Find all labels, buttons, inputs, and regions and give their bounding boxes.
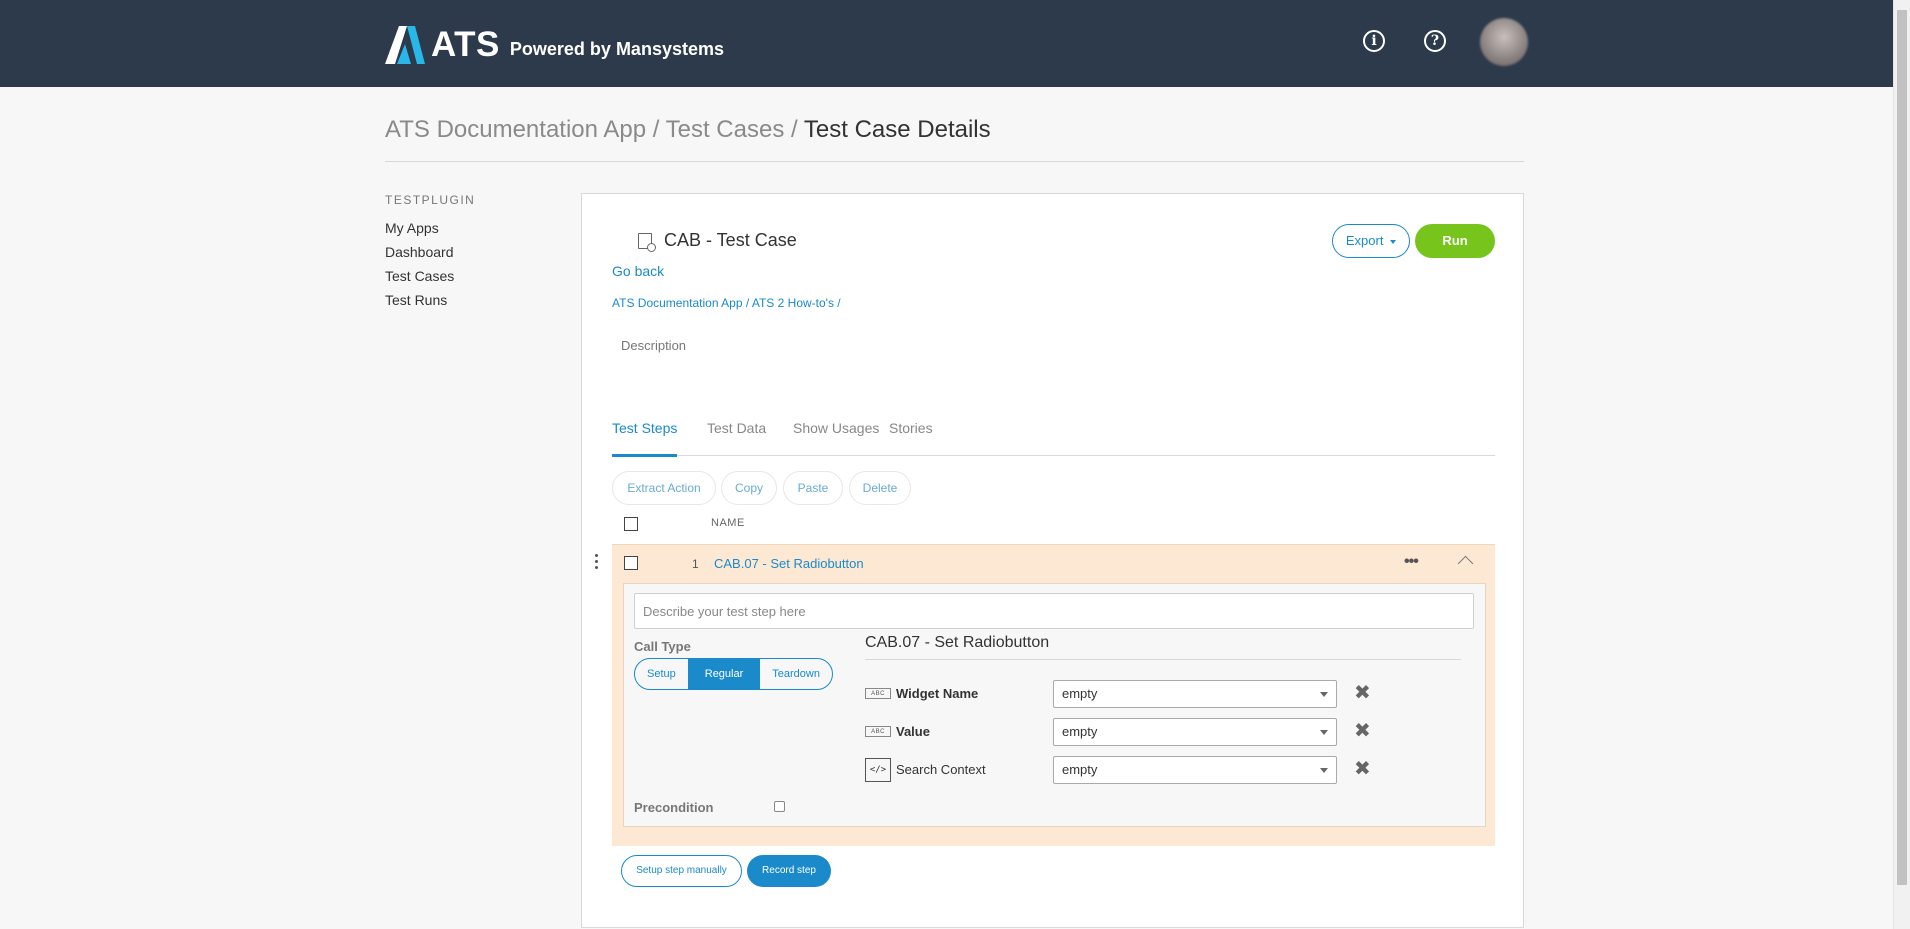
row-checkbox[interactable] [624, 556, 638, 570]
caret-down-icon [1390, 239, 1397, 244]
column-header-name: NAME [711, 517, 745, 529]
copy-button[interactable]: Copy [721, 471, 777, 505]
row-number: 1 [692, 557, 699, 571]
clear-icon[interactable]: ✖ [1354, 682, 1371, 704]
info-icon[interactable]: i [1363, 30, 1385, 52]
brand-name: ATS [431, 25, 500, 64]
sidebar-item-test-cases[interactable]: Test Cases [385, 268, 454, 284]
help-icon[interactable]: ? [1424, 30, 1446, 52]
sidebar-heading: TESTPLUGIN [385, 193, 476, 207]
breadcrumb-current: Test Case Details [803, 116, 991, 143]
page-scrollbar[interactable] [1893, 0, 1910, 929]
sidebar-item-dashboard[interactable]: Dashboard [385, 244, 454, 260]
param-row-widget-name: ABC Widget Name empty ✖ [865, 680, 1377, 708]
param-name: Value [896, 724, 930, 739]
param-value-select[interactable]: empty [1053, 756, 1337, 784]
breadcrumb-section[interactable]: Test Cases / [666, 116, 798, 143]
more-options-icon[interactable]: ••• [1404, 553, 1419, 571]
action-divider [865, 659, 1461, 660]
clear-icon[interactable]: ✖ [1354, 720, 1371, 742]
test-case-icon [638, 232, 656, 252]
tab-stories[interactable]: Stories [889, 420, 933, 454]
record-step-button[interactable]: Record step [747, 855, 831, 887]
param-name: Search Context [896, 762, 986, 777]
chevron-up-icon[interactable] [1457, 555, 1474, 572]
description-label[interactable]: Description [621, 338, 686, 353]
run-button[interactable]: Run [1415, 224, 1495, 258]
param-value-select[interactable]: empty [1053, 680, 1337, 708]
go-back-link[interactable]: Go back [612, 263, 664, 279]
action-title: CAB.07 - Set Radiobutton [865, 634, 1050, 651]
delete-button[interactable]: Delete [849, 471, 911, 505]
export-label: Export [1345, 233, 1384, 248]
string-type-icon: ABC [865, 726, 891, 737]
param-name: Widget Name [896, 686, 979, 701]
tab-bar: Test Steps Test Data Show Usages Stories [612, 420, 1495, 457]
select-all-checkbox[interactable] [624, 517, 638, 531]
scrollbar-thumb[interactable] [1897, 10, 1907, 885]
param-value-select[interactable]: empty [1053, 718, 1337, 746]
tab-test-data[interactable]: Test Data [707, 420, 766, 454]
call-type-teardown[interactable]: Teardown [760, 659, 832, 689]
paste-button[interactable]: Paste [783, 471, 843, 505]
call-type-regular[interactable]: Regular [688, 659, 761, 689]
table-row[interactable]: 1 CAB.07 - Set Radiobutton ••• [595, 544, 1495, 582]
call-type-setup[interactable]: Setup [635, 659, 689, 689]
breadcrumb-divider [385, 161, 1524, 162]
param-row-search-context: </> Search Context empty ✖ [865, 756, 1377, 784]
brand-tagline: Powered by Mansystems [509, 39, 724, 59]
ats-logo[interactable]: ATS Powered by Mansystems [385, 24, 724, 64]
precondition-label: Precondition [634, 800, 714, 815]
code-type-icon: </> [865, 758, 891, 782]
precondition-checkbox[interactable] [774, 801, 785, 812]
drag-handle-icon[interactable] [595, 554, 599, 572]
row-step-name[interactable]: CAB.07 - Set Radiobutton [714, 556, 864, 571]
param-row-value: ABC Value empty ✖ [865, 718, 1377, 746]
sidebar-item-my-apps[interactable]: My Apps [385, 220, 439, 236]
sidebar-item-test-runs[interactable]: Test Runs [385, 292, 447, 308]
extract-action-button[interactable]: Extract Action [612, 471, 716, 505]
tab-test-steps[interactable]: Test Steps [612, 420, 678, 457]
test-case-title: CAB - Test Case [664, 230, 797, 250]
string-type-icon: ABC [865, 688, 891, 699]
call-type-label: Call Type [634, 639, 691, 654]
test-case-panel: CAB - Test Case Go back ATS Documentatio… [581, 193, 1524, 928]
breadcrumb-app[interactable]: ATS Documentation App / [385, 116, 659, 143]
step-detail-panel: Call Type Setup Regular Teardown Precond… [623, 583, 1486, 827]
page-title: CAB - Test Case [638, 230, 797, 252]
top-bar: ATS Powered by Mansystems i ? [0, 0, 1893, 87]
clear-icon[interactable]: ✖ [1354, 758, 1371, 780]
call-type-toggle[interactable]: Setup Regular Teardown [634, 658, 833, 690]
step-description-input[interactable] [634, 593, 1474, 629]
ats-logo-mark-icon [385, 26, 425, 64]
tab-show-usages[interactable]: Show Usages [793, 420, 879, 454]
breadcrumb: ATS Documentation App / Test Cases / Tes… [385, 116, 991, 144]
setup-step-manually-button[interactable]: Setup step manually [621, 855, 742, 887]
avatar[interactable] [1480, 18, 1528, 66]
test-case-path[interactable]: ATS Documentation App / ATS 2 How-to's / [612, 296, 841, 310]
export-button[interactable]: Export [1332, 224, 1410, 258]
